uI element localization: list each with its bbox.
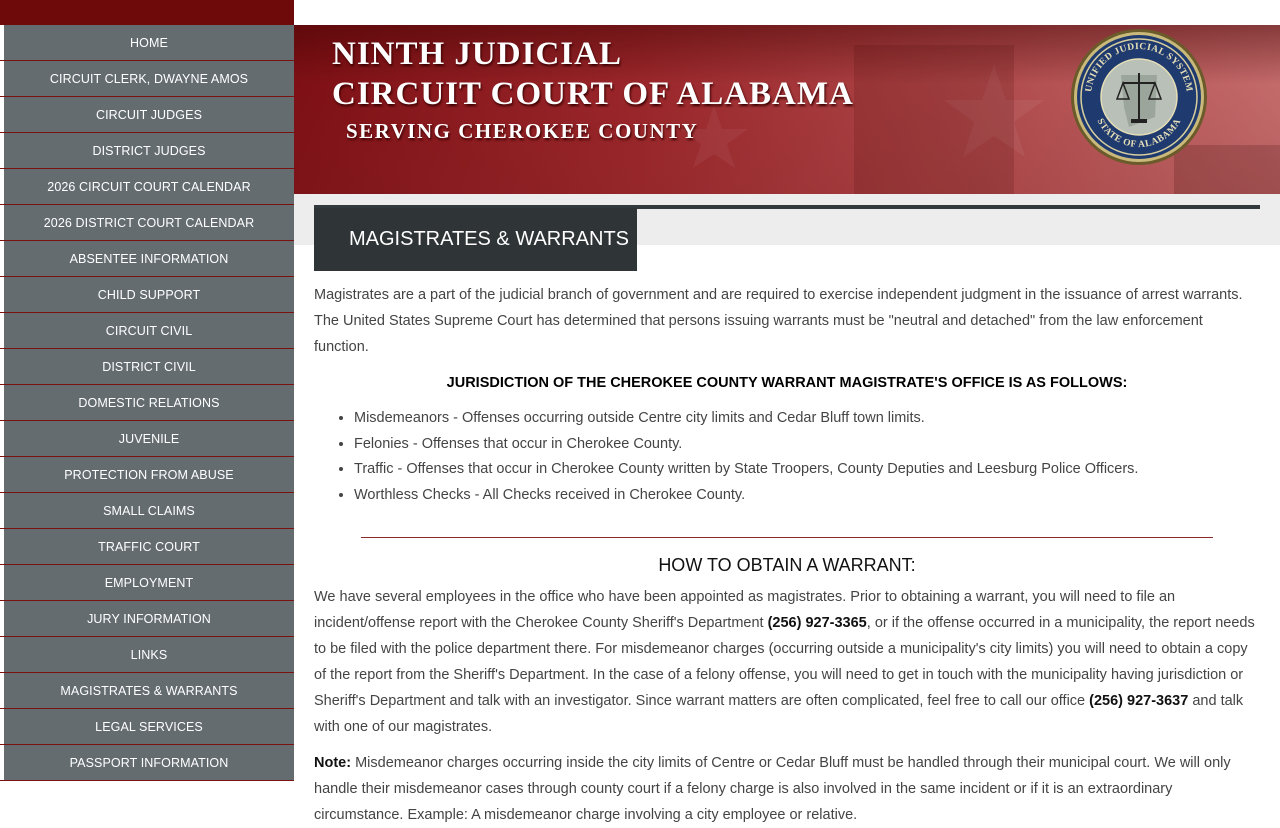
- jurisdiction-list: Misdemeanors - Offenses occurring outsid…: [314, 406, 1260, 508]
- nav-item-legal-services[interactable]: LEGAL SERVICES: [0, 709, 294, 745]
- nav-item-small-claims[interactable]: SMALL CLAIMS: [0, 493, 294, 529]
- list-item: Felonies - Offenses that occur in Cherok…: [354, 432, 1260, 458]
- banner-title-line1: NINTH JUDICIAL: [332, 36, 622, 72]
- nav-item-circuit-calendar[interactable]: 2026 CIRCUIT COURT CALENDAR: [0, 169, 294, 205]
- howto-paragraph: We have several employees in the office …: [314, 584, 1260, 740]
- nav-item-juvenile[interactable]: JUVENILE: [0, 421, 294, 457]
- howto-heading: HOW TO OBTAIN A WARRANT:: [658, 555, 916, 575]
- site-header: NINTH JUDICIAL CIRCUIT COURT OF ALABAMA …: [294, 0, 1280, 194]
- sidebar-nav: HOME CIRCUIT CLERK, DWAYNE AMOS CIRCUIT …: [0, 0, 294, 800]
- header-top-bar: [294, 0, 1280, 25]
- nav-item-absentee[interactable]: ABSENTEE INFORMATION: [0, 241, 294, 277]
- nav-item-traffic-court[interactable]: TRAFFIC COURT: [0, 529, 294, 565]
- nav-item-district-calendar[interactable]: 2026 DISTRICT COURT CALENDAR: [0, 205, 294, 241]
- nav-item-district-civil[interactable]: DISTRICT CIVIL: [0, 349, 294, 385]
- nav-item-employment[interactable]: EMPLOYMENT: [0, 565, 294, 601]
- intro-paragraph: Magistrates are a part of the judicial b…: [314, 287, 1243, 355]
- state-seal-icon: UNIFIED JUDICIAL SYSTEM STATE OF ALABAMA: [1071, 29, 1207, 165]
- nav-item-home[interactable]: HOME: [0, 25, 294, 61]
- nav-item-circuit-civil[interactable]: CIRCUIT CIVIL: [0, 313, 294, 349]
- section-divider: [361, 537, 1213, 538]
- note-text: Misdemeanor charges occurring inside the…: [314, 755, 1231, 823]
- article-body: Magistrates are a part of the judicial b…: [314, 282, 1260, 828]
- list-item: Traffic - Offenses that occur in Cheroke…: [354, 457, 1260, 483]
- nav-item-links[interactable]: LINKS: [0, 637, 294, 673]
- nav-item-circuit-clerk[interactable]: CIRCUIT CLERK, DWAYNE AMOS: [0, 61, 294, 97]
- sheriff-phone: (256) 927-3365: [767, 615, 867, 631]
- office-phone: (256) 927-3637: [1089, 693, 1189, 709]
- page-title: MAGISTRATES & WARRANTS: [314, 208, 637, 271]
- banner-subtitle: SERVING CHEROKEE COUNTY: [346, 119, 699, 143]
- nav-item-jury-information[interactable]: JURY INFORMATION: [0, 601, 294, 637]
- nav-item-domestic-relations[interactable]: DOMESTIC RELATIONS: [0, 385, 294, 421]
- nav-item-district-judges[interactable]: DISTRICT JUDGES: [0, 133, 294, 169]
- note-label: Note:: [314, 755, 352, 771]
- nav-item-child-support[interactable]: CHILD SUPPORT: [0, 277, 294, 313]
- nav-item-passport-information[interactable]: PASSPORT INFORMATION: [0, 745, 294, 781]
- note-paragraph: Note: Misdemeanor charges occurring insi…: [314, 750, 1260, 828]
- nav-item-circuit-judges[interactable]: CIRCUIT JUDGES: [0, 97, 294, 133]
- header-banner[interactable]: NINTH JUDICIAL CIRCUIT COURT OF ALABAMA …: [294, 25, 1280, 194]
- list-item: Worthless Checks - All Checks received i…: [354, 483, 1260, 509]
- main-content: MAGISTRATES & WARRANTS Magistrates are a…: [294, 194, 1280, 823]
- banner-title-line2: CIRCUIT COURT OF ALABAMA: [332, 76, 854, 112]
- list-item: Misdemeanors - Offenses occurring outsid…: [354, 406, 1260, 432]
- jurisdiction-heading: JURISDICTION OF THE CHEROKEE COUNTY WARR…: [446, 375, 1128, 391]
- nav-item-magistrates-warrants[interactable]: MAGISTRATES & WARRANTS: [0, 673, 294, 709]
- nav-item-protection-from-abuse[interactable]: PROTECTION FROM ABUSE: [0, 457, 294, 493]
- sidebar-top-bar: [0, 0, 294, 25]
